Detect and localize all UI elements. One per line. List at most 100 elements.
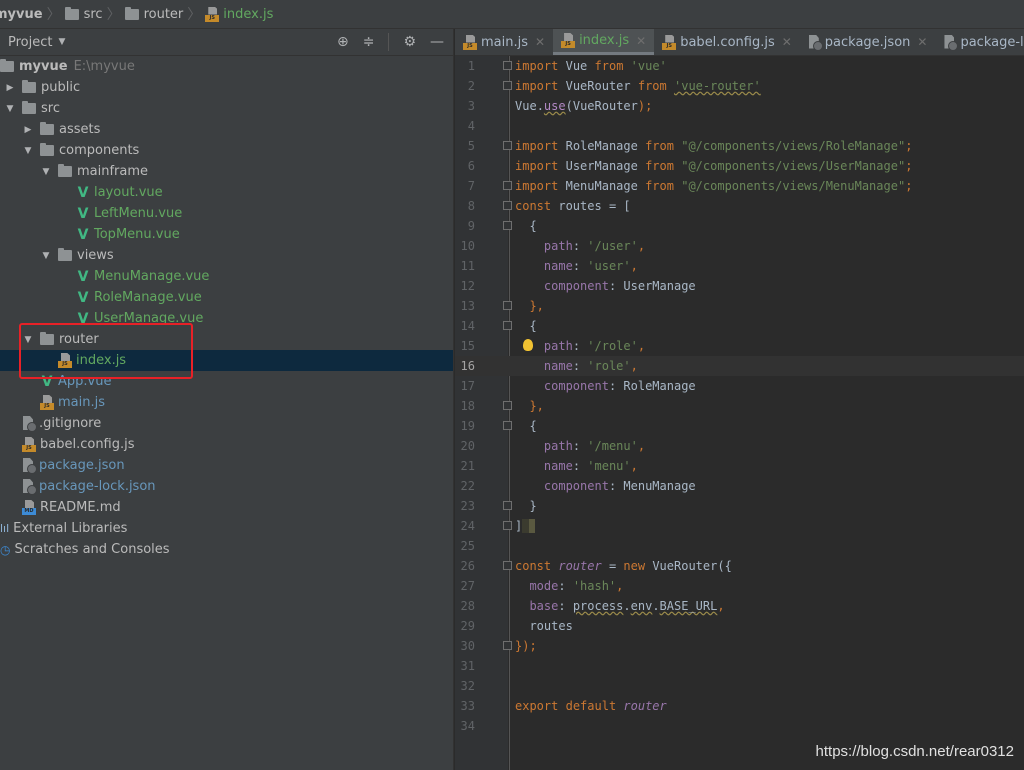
tree-item[interactable]: lıl External Libraries [0,518,454,539]
code-line[interactable]: 2 import VueRouter from 'vue-router' [455,76,1024,96]
code-line[interactable]: 5 import RoleManage from "@/components/vi… [455,136,1024,156]
code-line[interactable]: 21 name: 'menu', [455,456,1024,476]
fold-marker-icon[interactable] [503,561,512,570]
fold-marker-icon[interactable] [503,221,512,230]
tree-item[interactable]: ◷ Scratches and Consoles [0,539,454,560]
fold-marker-icon[interactable] [503,401,512,410]
collapse-arrow-icon[interactable]: ▶ [4,83,16,93]
code-line[interactable]: 8 const routes = [ [455,196,1024,216]
tree-item[interactable]: ▼ views [0,245,494,266]
code-line[interactable]: 19 { [455,416,1024,436]
code-line[interactable]: 31 [455,656,1024,676]
fold-marker-icon[interactable] [503,521,512,530]
tree-item[interactable]: ▼ components [0,140,476,161]
code-line[interactable]: 15 path: '/role', [455,336,1024,356]
fold-marker-icon[interactable] [503,201,512,210]
code-line[interactable]: 3 Vue.use(VueRouter); [455,96,1024,116]
locate-icon[interactable]: ⊕ [337,34,349,50]
code-line[interactable]: 10 path: '/user', [455,236,1024,256]
breadcrumb-item[interactable]: router [124,6,183,22]
tab-package-json[interactable]: package.json ✕ [800,29,936,55]
folder-icon [64,6,79,20]
code-line[interactable]: 6 import UserManage from "@/components/vi… [455,156,1024,176]
line-number: 31 [460,659,475,673]
tree-item[interactable]: ▼ mainframe [0,161,494,182]
code-line[interactable]: 18 }, [455,396,1024,416]
breadcrumb-item[interactable]: JS index.js [205,6,273,22]
expand-arrow-icon[interactable]: ▼ [4,104,16,114]
code-line[interactable]: 7 import MenuManage from "@/components/vi… [455,176,1024,196]
code-line[interactable]: 13 }, [455,296,1024,316]
collapse-all-icon[interactable]: ≑ [363,34,375,50]
line-number: 21 [460,459,475,473]
tree-item[interactable]: Vlayout.vue [0,182,530,203]
breadcrumb-item[interactable]: src [64,6,103,22]
code-line[interactable]: 34 [455,716,1024,736]
code-line[interactable]: 14 { [455,316,1024,336]
project-view-selector[interactable]: Project ▼ [8,35,65,50]
code-line[interactable]: 16 name: 'role', [455,356,1024,376]
code-line[interactable]: 26 const router = new VueRouter({ [455,556,1024,576]
code-line[interactable]: 4 [455,116,1024,136]
tree-item[interactable]: ▼ src [0,98,458,119]
expand-arrow-icon[interactable]: ▼ [22,146,34,156]
tab-babel-config-js[interactable]: JS babel.config.js ✕ [654,29,800,55]
tree-item[interactable]: V RoleManage.vue [0,287,530,308]
tree-item[interactable]: MD README.md [0,497,476,518]
tree-item[interactable]: myvue E:\myvue [0,56,454,77]
fold-marker-icon[interactable] [503,141,512,150]
expand-arrow-icon[interactable]: ▼ [40,167,52,177]
tree-item[interactable]: V LeftMenu.vue [0,203,530,224]
js-file-icon: JS [22,437,36,452]
tree-item[interactable]: ▶ assets [0,119,476,140]
collapse-arrow-icon[interactable]: ▶ [22,125,34,135]
fold-marker-icon[interactable] [503,181,512,190]
tree-item[interactable]: JS babel.config.js [0,434,476,455]
tab-main-js[interactable]: JS main.js ✕ [455,29,553,55]
expand-arrow-icon[interactable]: ▼ [40,251,52,261]
vue-file-icon: V [77,289,89,306]
tree-item[interactable]: V MenuManage.vue [0,266,530,287]
breadcrumb-item[interactable]: myvue [0,7,43,22]
close-icon[interactable]: ✕ [535,35,545,49]
code-line[interactable]: 11 name: 'user', [455,256,1024,276]
tree-item[interactable]: ▶ public [0,77,458,98]
tab-package-lock-json[interactable]: package-lock.json✕ [935,29,1024,55]
tree-item[interactable]: JS main.js [0,392,494,413]
code-line[interactable]: 22 component: MenuManage [455,476,1024,496]
fold-marker-icon[interactable] [503,421,512,430]
fold-marker-icon[interactable] [503,641,512,650]
tree-item[interactable]: package.json [0,455,476,476]
code-line[interactable]: 17 component: RoleManage [455,376,1024,396]
tab-index-js[interactable]: JS index.js ✕ [553,29,655,55]
code-line[interactable]: 33 export default router [455,696,1024,716]
code-line[interactable]: 25 [455,536,1024,556]
fold-marker-icon[interactable] [503,321,512,330]
code-line[interactable]: 24] [455,516,1024,536]
code-line[interactable]: 23 } [455,496,1024,516]
fold-marker-icon[interactable] [503,81,512,90]
tree-item[interactable]: package-lock.json [0,476,476,497]
code-line[interactable]: 28 base: process.env.BASE_URL, [455,596,1024,616]
code-line[interactable]: 32 [455,676,1024,696]
fold-marker-icon[interactable] [503,301,512,310]
fold-marker-icon[interactable] [503,61,512,70]
code-line[interactable]: 9 { [455,216,1024,236]
close-icon[interactable]: ✕ [917,35,927,49]
close-icon[interactable]: ✕ [782,35,792,49]
code-line[interactable]: 27 mode: 'hash', [455,576,1024,596]
close-icon[interactable]: ✕ [636,34,646,48]
line-number: 26 [460,559,475,573]
code-editor[interactable]: 1 import Vue from 'vue' 2 import VueRouter … [455,56,1024,770]
code-line[interactable]: 30}); [455,636,1024,656]
code-line[interactable]: 12 component: UserManage [455,276,1024,296]
code-line[interactable]: 20 path: '/menu', [455,436,1024,456]
watermark: https://blog.csdn.net/rear0312 [815,743,1014,760]
minimize-icon[interactable]: — [430,34,444,50]
tree-item[interactable]: .gitignore [0,413,476,434]
tree-item[interactable]: V TopMenu.vue [0,224,530,245]
code-line[interactable]: 29 routes [455,616,1024,636]
code-line[interactable]: 1 import Vue from 'vue' [455,56,1024,76]
gear-icon[interactable]: ⚙ [403,34,416,50]
fold-marker-icon[interactable] [503,501,512,510]
